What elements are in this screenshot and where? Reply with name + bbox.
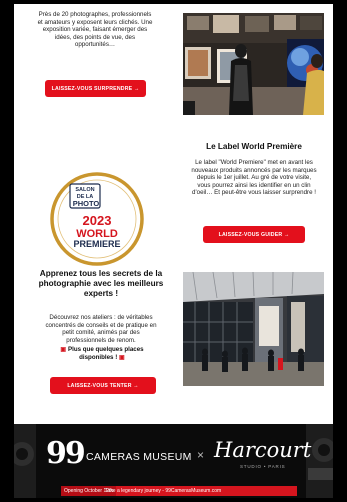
times-sign: × <box>197 448 205 462</box>
partner-name: Harcourt <box>214 438 312 462</box>
logo-premiere: PREMIERE <box>73 239 120 249</box>
workshops-alert: ▣ Plus que quelques places disponibles !… <box>48 346 156 361</box>
alert-text: Plus que quelques places disponibles ! <box>67 346 144 361</box>
logo-year: 2023 <box>83 213 112 228</box>
email-frame: Près de 20 photographes, professionnels … <box>4 4 343 498</box>
museum-banner[interactable]: 99 CAMERAS MUSEUM × Harcourt STUDIO • PA… <box>14 424 333 498</box>
museum-name: CAMERAS MUSEUM <box>86 451 192 463</box>
newsletter-body: Près de 20 photographes, professionnels … <box>14 4 333 498</box>
guide-button[interactable]: LAISSEZ-VOUS GUIDER → <box>203 226 305 243</box>
hall-illustration <box>183 272 324 386</box>
exhibition-text: Près de 20 photographes, professionnels … <box>37 11 153 49</box>
alert-icon: ▣ <box>60 346 67 353</box>
label-text: Le label "World Premiere" met en avant l… <box>191 159 317 197</box>
hall-photo <box>183 272 324 386</box>
award-logo-icon: SALON DE LA PHOTO 2023 WORLD PREMIERE <box>50 172 144 266</box>
tempt-button[interactable]: LAISSEZ-VOUS TENTER → <box>50 377 156 394</box>
workshops-text: Découvrez nos ateliers : de véritables c… <box>45 314 157 344</box>
banner-strip: Opening October 12th Take a legendary jo… <box>61 486 297 496</box>
museum-number: 99 <box>46 436 86 471</box>
logo-line3: PHOTO <box>73 199 100 208</box>
exhibition-illustration <box>183 13 324 115</box>
partner-sub: STUDIO • PARIS <box>240 464 286 469</box>
surprise-button[interactable]: LAISSEZ-VOUS SURPRENDRE → <box>45 80 146 97</box>
workshops-title: Apprenez tous les secrets de la photogra… <box>38 269 164 298</box>
exhibition-photo <box>183 13 324 115</box>
world-premiere-logo: SALON DE LA PHOTO 2023 WORLD PREMIERE <box>48 170 146 268</box>
alert-icon-end: ▣ <box>119 353 125 361</box>
logo-line1: SALON <box>75 187 94 193</box>
label-title: Le Label World Première <box>206 142 302 151</box>
banner-tagline: Take a legendary journey - 99CamerasMuse… <box>105 488 222 494</box>
